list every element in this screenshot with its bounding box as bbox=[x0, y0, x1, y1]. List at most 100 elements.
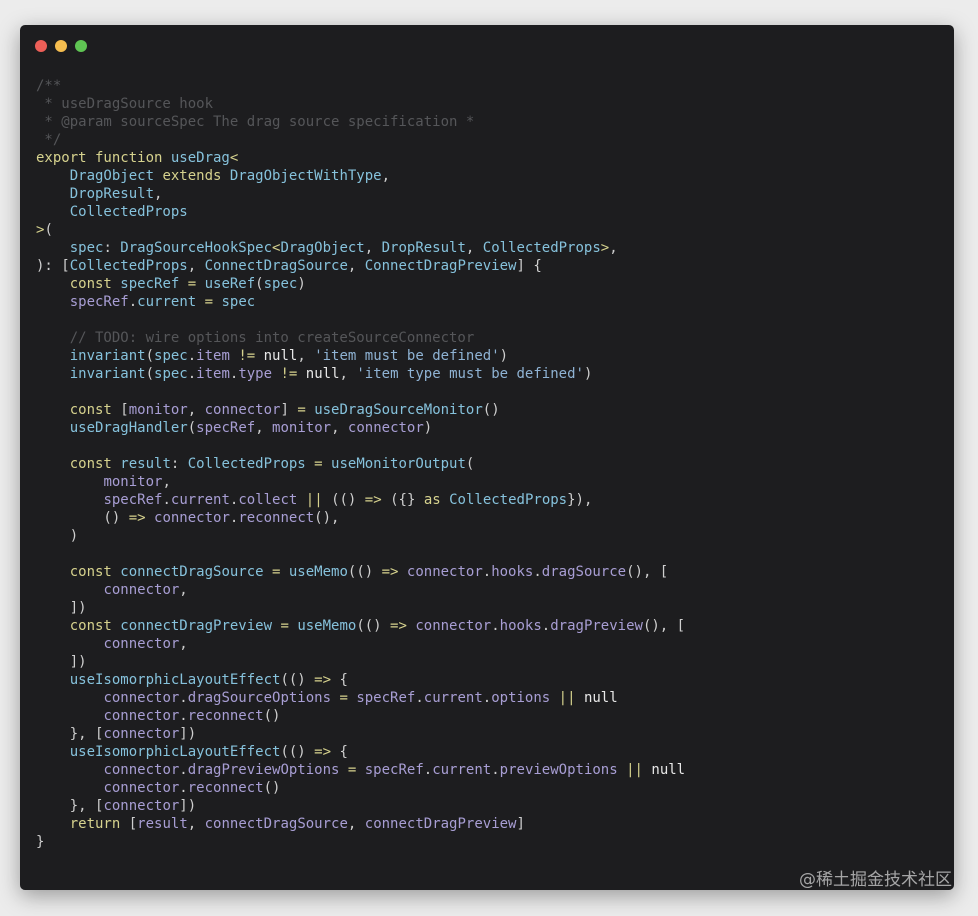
code-token: || bbox=[558, 690, 584, 706]
code-token: DragObjectWithType bbox=[229, 168, 382, 184]
code-token: , bbox=[364, 240, 382, 256]
code-token: . bbox=[128, 294, 138, 310]
code-token: specRef bbox=[103, 492, 163, 508]
code-token: current bbox=[170, 492, 230, 508]
code-token: connectDragPreview bbox=[120, 618, 281, 634]
code-token: spec bbox=[154, 348, 188, 364]
code-token: ) bbox=[423, 420, 433, 436]
code-token: null bbox=[263, 348, 298, 364]
close-button[interactable] bbox=[35, 40, 47, 52]
code-block: /** * useDragSource hook * @param source… bbox=[36, 77, 685, 851]
code-token: . bbox=[179, 690, 188, 706]
code-token: spec bbox=[154, 366, 188, 382]
code-token: DragObject bbox=[69, 168, 163, 184]
code-line: DragObject extends DragObjectWithType, bbox=[36, 167, 685, 185]
code-token: => bbox=[381, 564, 407, 580]
code-token: const bbox=[69, 618, 121, 634]
code-token: * @param sourceSpec The drag source spec… bbox=[36, 114, 475, 130]
code-token: dragSource bbox=[541, 564, 627, 580]
code-token: , bbox=[339, 366, 357, 382]
code-token: . bbox=[179, 780, 188, 796]
code-line: ]) bbox=[36, 653, 685, 671]
code-token: connector bbox=[103, 726, 180, 742]
code-line: monitor, bbox=[36, 473, 685, 491]
code-token: => bbox=[314, 672, 340, 688]
code-token: , bbox=[609, 240, 618, 256]
code-token: { bbox=[339, 672, 348, 688]
code-token: = bbox=[204, 294, 222, 310]
code-line: invariant(spec.item != null, 'item must … bbox=[36, 347, 685, 365]
code-token: ]) bbox=[36, 654, 87, 670]
code-token: . bbox=[541, 618, 551, 634]
code-token: spec bbox=[221, 294, 256, 310]
code-token: useIsomorphicLayoutEffect bbox=[69, 744, 281, 760]
code-token: . bbox=[533, 564, 542, 580]
code-token: . bbox=[179, 762, 188, 778]
code-token: => bbox=[128, 510, 155, 526]
code-token: , bbox=[331, 420, 348, 436]
code-token: (() bbox=[356, 618, 391, 634]
code-token: DropResult bbox=[69, 186, 155, 202]
code-line: connector.reconnect() bbox=[36, 707, 685, 725]
code-token: specRef bbox=[364, 762, 424, 778]
code-token: connector bbox=[204, 402, 281, 418]
code-token: , bbox=[347, 816, 365, 832]
code-token: collect bbox=[238, 492, 306, 508]
code-token: invariant bbox=[69, 366, 146, 382]
code-token: , bbox=[154, 186, 163, 202]
code-token: connector bbox=[103, 708, 180, 724]
code-token: as bbox=[423, 492, 450, 508]
code-token: = bbox=[272, 564, 289, 580]
code-token: const bbox=[69, 276, 121, 292]
code-token: dragPreviewOptions bbox=[187, 762, 348, 778]
code-token: type bbox=[238, 366, 281, 382]
code-token: ( bbox=[145, 348, 155, 364]
code-token: 'item must be defined' bbox=[314, 348, 500, 364]
code-token: const bbox=[69, 402, 121, 418]
code-token: (), bbox=[314, 510, 340, 526]
code-token: < bbox=[229, 150, 239, 166]
code-token: != bbox=[280, 366, 306, 382]
code-token: . bbox=[482, 690, 492, 706]
code-token: connector bbox=[103, 762, 180, 778]
code-token: [ bbox=[128, 816, 138, 832]
code-token: item bbox=[196, 348, 239, 364]
code-token: const bbox=[69, 564, 121, 580]
code-token: current bbox=[137, 294, 205, 310]
code-token: : bbox=[170, 456, 188, 472]
code-line: /** bbox=[36, 77, 685, 95]
code-token: useMemo bbox=[288, 564, 348, 580]
code-token: * useDragSource hook bbox=[36, 96, 214, 112]
code-token: ) bbox=[583, 366, 593, 382]
code-token: => bbox=[364, 492, 391, 508]
code-token: ): [ bbox=[36, 258, 70, 274]
code-token: () bbox=[482, 402, 500, 418]
minimize-button[interactable] bbox=[55, 40, 67, 52]
code-token: , bbox=[255, 420, 273, 436]
code-token: connector bbox=[406, 564, 483, 580]
code-token: monitor bbox=[272, 420, 332, 436]
code-token: ( bbox=[44, 222, 53, 238]
code-token: reconnect bbox=[187, 780, 264, 796]
code-token: CollectedProps bbox=[482, 240, 601, 256]
code-token: , bbox=[297, 348, 315, 364]
code-line: useIsomorphicLayoutEffect(() => { bbox=[36, 743, 685, 761]
code-token: ConnectDragPreview bbox=[364, 258, 517, 274]
maximize-button[interactable] bbox=[75, 40, 87, 52]
code-token: = bbox=[339, 690, 357, 706]
code-token: . bbox=[179, 708, 188, 724]
code-token: . bbox=[482, 564, 492, 580]
